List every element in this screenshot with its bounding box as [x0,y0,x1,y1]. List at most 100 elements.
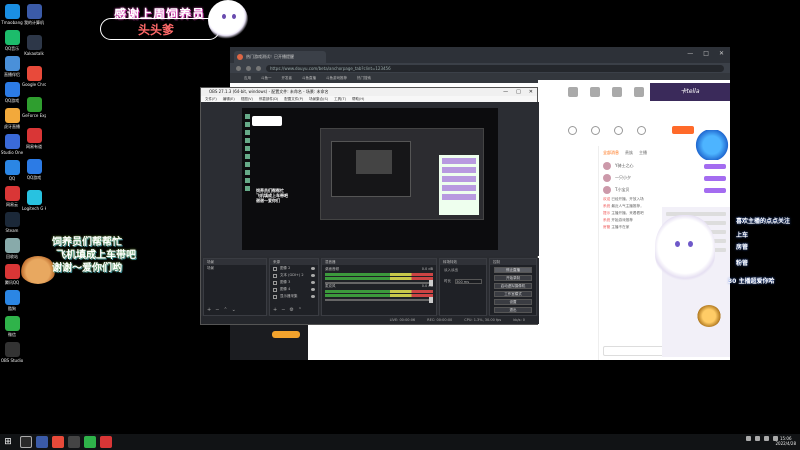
desktop-icon[interactable]: 网易云 [0,186,24,207]
back-icon[interactable] [236,65,241,71]
sub-nav-icon[interactable] [637,125,646,135]
browser-tab[interactable]: 热门游戏测试！已开播提醒 [234,51,326,63]
maximize-icon[interactable]: □ [516,88,521,96]
app-icon [4,238,20,253]
transition-select[interactable]: 淡入淡出 [444,268,458,273]
pc-client-button[interactable] [672,126,694,134]
add-icon[interactable]: + [207,307,211,313]
taskbar-app-icon[interactable] [52,436,64,448]
gear-icon[interactable]: ⚙ [289,307,293,313]
rank-row[interactable]: Y骑士之心 [599,160,730,172]
rank-row[interactable]: T小宝贝 [599,184,730,196]
taskbar-app-icon[interactable] [68,436,80,448]
desktop-icon[interactable]: GeForce Experience [22,97,46,118]
remove-icon[interactable]: − [215,307,219,313]
desktop-icon[interactable]: Tmaobang [0,4,24,25]
search-icon[interactable] [20,436,32,448]
desktop-icon[interactable]: Google Chrome [22,66,46,87]
bookmark-link[interactable]: 开发者 [282,76,293,81]
desktop-icon[interactable]: 微信 [0,316,24,337]
tray-icon[interactable] [746,436,751,441]
reload-icon[interactable] [256,65,261,71]
desktop-icon[interactable]: QQ音乐 [0,30,24,51]
desktop-icon[interactable]: 虎牙直播 [0,108,24,129]
nav-icon[interactable] [568,87,578,97]
volume-slider[interactable] [325,280,433,286]
desktop-icon[interactable]: 直播伴侣 [0,56,24,77]
source-item[interactable]: 文本 (GDI+) 2 [270,272,318,279]
desktop-icon[interactable]: QQ游戏 [22,159,46,180]
add-icon[interactable]: + [273,307,277,313]
obs-control-button[interactable]: 开始录制 [494,275,532,281]
desktop-icon[interactable]: 网易有道 [22,128,46,149]
obs-control-button[interactable]: 启动虚拟摄像机 [494,283,532,289]
desktop-icon[interactable]: Kakaotalk [22,35,46,56]
sub-nav-icon[interactable] [614,125,623,135]
desktop-icon[interactable]: OBS Studio [0,342,24,363]
rank-row[interactable]: 一只小夕 [599,172,730,184]
app-icon [4,160,20,175]
down-icon[interactable]: ⌄ [232,307,236,313]
up-icon[interactable]: ⌃ [223,307,227,313]
obs-control-button[interactable]: 设置 [494,299,532,305]
minimize-icon[interactable]: — [687,50,693,57]
site-orange-button[interactable] [272,331,300,338]
chat-tab[interactable]: 贵族 [625,150,633,156]
tray-icon[interactable] [764,436,769,441]
taskbar-app-icon[interactable] [100,436,112,448]
desktop-icon[interactable]: Logitech G HUB [22,190,46,211]
desktop-icon[interactable]: 回收站 [0,238,24,259]
taskbar-clock[interactable]: 15:06 2022/4/28 [775,436,796,446]
windows-logo-icon[interactable]: ⊞ [0,434,16,450]
visibility-eye-icon[interactable] [311,295,315,298]
minimize-icon[interactable]: — [503,88,508,96]
source-name: 显示器采集 [280,294,298,298]
obs-control-button[interactable]: 工作室模式 [494,291,532,297]
obs-preview-canvas[interactable]: 饲养员们帮帮忙 飞机填成上车带吧 谢谢～爱你们 [242,108,498,250]
desktop-icon-label: 网易云 [6,202,18,207]
visibility-eye-icon[interactable] [311,281,315,284]
desktop-icon[interactable]: 我的计算机 [22,4,46,25]
duration-input[interactable]: 300 ms [455,279,482,284]
app-icon [26,190,42,205]
forward-icon[interactable] [246,65,251,71]
close-icon[interactable]: ✕ [529,88,533,96]
close-icon[interactable]: ✕ [719,50,724,57]
visibility-eye-icon[interactable] [311,288,315,291]
nav-icon[interactable] [634,87,644,97]
up-icon[interactable]: ⌃ [298,307,302,313]
desktop-icon[interactable]: QQ [0,160,24,181]
nav-icon[interactable] [612,87,622,97]
sub-nav-icon[interactable] [591,125,600,135]
source-item[interactable]: 图像 2 [270,265,318,272]
obs-docks: 场景 场景 + − ⌃ ⌄ 来源 图像 2 文本 (GDI+) 2 图像 3 图像 4… [201,258,539,318]
chat-tab[interactable]: 全部消息 [603,150,619,156]
sub-nav-icon[interactable] [568,125,577,135]
nav-icon[interactable] [590,87,600,97]
taskbar-app-icon[interactable] [36,436,48,448]
desktop-icon[interactable]: Studio One [0,134,24,155]
bookmark-link[interactable]: 热门搜索 [357,76,371,81]
tray-icon[interactable] [755,436,760,441]
visibility-eye-icon[interactable] [311,267,315,270]
scene-item[interactable]: 场景 [204,265,266,272]
desktop-icon[interactable]: 酷狗 [0,290,24,311]
visibility-eye-icon[interactable] [311,274,315,277]
source-item[interactable]: 图像 3 [270,279,318,286]
volume-slider[interactable] [325,297,433,303]
obs-control-button[interactable]: 退出 [494,307,532,313]
address-bar[interactable]: https://www.douyu.com/beta/anchorpage_ta… [266,64,724,72]
taskbar-app-icon[interactable] [84,436,96,448]
bookmark-link[interactable]: 斗鱼一 [261,76,272,81]
desktop-icon[interactable]: Steam [0,212,24,233]
remove-icon[interactable]: − [281,307,285,313]
chat-tab[interactable]: 主播 [639,150,647,156]
bookmark-link[interactable]: 应用 [244,76,251,81]
obs-control-button[interactable]: 停止直播 [494,267,532,273]
maximize-icon[interactable]: □ [703,50,709,57]
desktop-icon[interactable]: QQ游戏 [0,82,24,103]
bookmark-link[interactable]: 斗鱼游戏推荐 [326,76,347,81]
source-item[interactable]: 显示器采集 [270,293,318,300]
source-item[interactable]: 图像 4 [270,286,318,293]
bookmark-link[interactable]: 斗鱼直播 [302,76,316,81]
